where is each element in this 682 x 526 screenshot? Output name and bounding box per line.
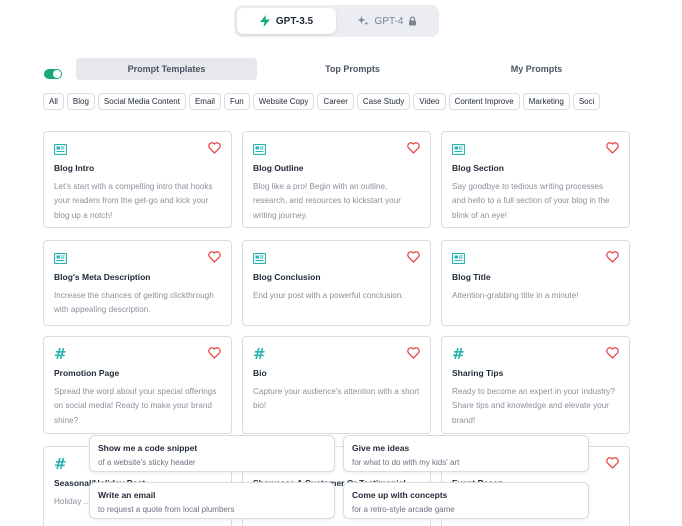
- suggestion-title: Write an email: [98, 490, 156, 500]
- heart-icon[interactable]: [606, 250, 619, 268]
- suggestion-write-email[interactable]: Write an email to request a quote from l…: [89, 482, 335, 519]
- card-description: Capture your audience's attention with a…: [253, 387, 420, 411]
- card-title: Blog Outline: [253, 163, 304, 173]
- chip-fun[interactable]: Fun: [223, 93, 250, 110]
- suggestion-subtitle: for what to do with my kids' art: [352, 458, 460, 467]
- heart-icon[interactable]: [407, 346, 420, 364]
- tab-top-prompts[interactable]: Top Prompts: [262, 58, 443, 80]
- card-description: Ready to become an expert in your indust…: [452, 387, 615, 425]
- card-title: Blog Conclusion: [253, 272, 321, 282]
- card-description: Spread the word about your special offer…: [54, 387, 217, 425]
- toggle-switch[interactable]: [44, 69, 62, 79]
- template-card-blog-section[interactable]: Blog Section Say goodbye to tedious writ…: [441, 131, 630, 228]
- newspaper-icon: [53, 142, 68, 160]
- template-card-promotion-page[interactable]: # Promotion Page Spread the word about y…: [43, 336, 232, 434]
- chip-marketing[interactable]: Marketing: [522, 93, 570, 110]
- chip-video[interactable]: Video: [413, 93, 446, 110]
- suggestion-concepts[interactable]: Come up with concepts for a retro-style …: [343, 482, 589, 519]
- card-title: Blog's Meta Description: [54, 272, 151, 282]
- chip-website-copy[interactable]: Website Copy: [252, 93, 315, 110]
- suggestion-title: Show me a code snippet: [98, 443, 198, 453]
- template-card-blog-conclusion[interactable]: Blog Conclusion End your post with a pow…: [242, 240, 431, 326]
- card-description: Let's start with a compelling intro that…: [54, 182, 213, 220]
- newspaper-icon: [451, 142, 466, 160]
- card-title: Blog Section: [452, 163, 504, 173]
- suggestion-subtitle: for a retro-style arcade game: [352, 505, 455, 514]
- card-title: Sharing Tips: [452, 368, 504, 378]
- chip-social-media-content[interactable]: Social Media Content: [97, 93, 186, 110]
- hashtag-icon: #: [253, 345, 266, 363]
- chip-blog[interactable]: Blog: [66, 93, 95, 110]
- heart-icon[interactable]: [407, 250, 420, 268]
- hashtag-icon: #: [452, 345, 465, 363]
- chip-all[interactable]: All: [43, 93, 64, 110]
- sparkle-icon: [357, 16, 369, 26]
- suggestion-title: Come up with concepts: [352, 490, 448, 500]
- chip-social[interactable]: Soci: [572, 93, 601, 110]
- lightning-icon: [259, 15, 270, 27]
- suggestion-title: Give me ideas: [352, 443, 410, 453]
- suggestion-code-snippet[interactable]: Show me a code snippet of a website's st…: [89, 435, 335, 472]
- model-option-label: GPT-4: [374, 15, 404, 27]
- chip-content-improve[interactable]: Content Improve: [448, 93, 520, 110]
- template-card-blog-intro[interactable]: Blog Intro Let's start with a compelling…: [43, 131, 232, 228]
- hashtag-icon: #: [54, 345, 67, 363]
- card-description: Blog like a pro! Begin with an outline, …: [253, 182, 401, 220]
- suggestion-subtitle: of a website's sticky header: [98, 458, 196, 467]
- template-card-sharing-tips[interactable]: # Sharing Tips Ready to become an expert…: [441, 336, 630, 434]
- model-option-gpt35[interactable]: GPT-3.5: [237, 8, 336, 34]
- suggestion-subtitle: to request a quote from local plumbers: [98, 505, 235, 514]
- newspaper-icon: [451, 251, 466, 269]
- card-title: Blog Title: [452, 272, 491, 282]
- heart-icon[interactable]: [208, 141, 221, 159]
- model-option-gpt4[interactable]: GPT-4: [338, 8, 436, 34]
- heart-icon[interactable]: [208, 250, 221, 268]
- tab-my-prompts[interactable]: My Prompts: [446, 58, 627, 80]
- tab-prompt-templates[interactable]: Prompt Templates: [76, 58, 257, 80]
- template-card-blog-outline[interactable]: Blog Outline Blog like a pro! Begin with…: [242, 131, 431, 228]
- model-switch: GPT-3.5 GPT-4: [234, 5, 439, 37]
- newspaper-icon: [53, 251, 68, 269]
- heart-icon[interactable]: [606, 456, 619, 474]
- chip-case-study[interactable]: Case Study: [356, 93, 411, 110]
- model-option-label: GPT-3.5: [275, 15, 314, 27]
- prompt-tabs: Prompt Templates Top Prompts My Prompts: [76, 58, 629, 80]
- card-description: Increase the chances of getting clickthr…: [54, 291, 214, 315]
- card-description: Attention-grabbing title in a minute!: [452, 291, 579, 300]
- newspaper-icon: [252, 142, 267, 160]
- card-title: Promotion Page: [54, 368, 120, 378]
- heart-icon[interactable]: [208, 346, 221, 364]
- template-card-blog-title[interactable]: Blog Title Attention-grabbing title in a…: [441, 240, 630, 326]
- heart-icon[interactable]: [407, 141, 420, 159]
- category-chips: All Blog Social Media Content Email Fun Websi…: [43, 93, 632, 111]
- toggle-knob: [53, 70, 61, 78]
- card-description: End your post with a powerful conclusion…: [253, 291, 404, 300]
- newspaper-icon: [252, 251, 267, 269]
- template-card-bio[interactable]: # Bio Capture your audience's attention …: [242, 336, 431, 434]
- template-card-blog-meta-description[interactable]: Blog's Meta Description Increase the cha…: [43, 240, 232, 326]
- card-title: Bio: [253, 368, 267, 378]
- chip-email[interactable]: Email: [188, 93, 221, 110]
- heart-icon[interactable]: [606, 346, 619, 364]
- card-description: Say goodbye to tedious writing processes…: [452, 182, 610, 220]
- chip-career[interactable]: Career: [317, 93, 354, 110]
- suggestion-give-ideas[interactable]: Give me ideas for what to do with my kid…: [343, 435, 589, 472]
- lock-icon: [409, 16, 417, 26]
- hashtag-icon: #: [54, 455, 67, 473]
- heart-icon[interactable]: [606, 141, 619, 159]
- card-title: Blog Intro: [54, 163, 95, 173]
